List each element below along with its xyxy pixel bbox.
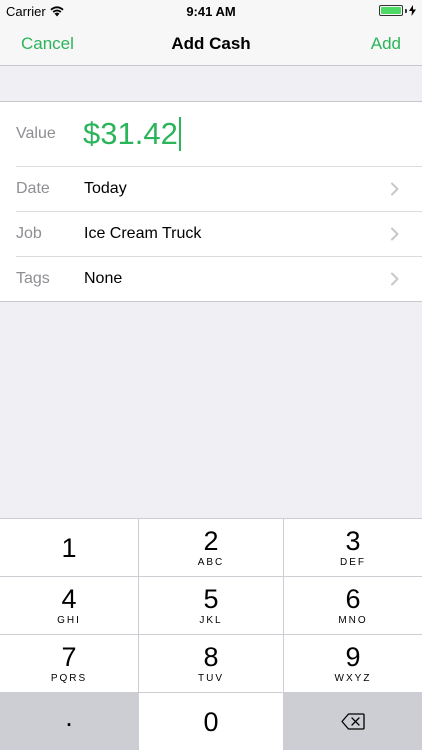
key-5[interactable]: 5 JKL bbox=[139, 577, 283, 634]
value-amount-input[interactable]: $31.42 bbox=[83, 116, 181, 152]
numeric-keypad: 1 2 ABC 3 DEF 4 GHI 5 JKL 6 MNO 7 PQRS 8… bbox=[0, 518, 422, 750]
key-0[interactable]: 0 bbox=[139, 693, 283, 750]
key-letters: JKL bbox=[199, 615, 223, 626]
backspace-icon bbox=[341, 713, 365, 730]
key-letters: GHI bbox=[57, 615, 81, 626]
value-row[interactable]: Value $31.42 bbox=[0, 102, 422, 166]
status-bar: Carrier 9:41 AM bbox=[0, 0, 422, 22]
key-decimal-symbol: . bbox=[65, 701, 73, 732]
tags-value: None bbox=[84, 269, 123, 287]
add-button[interactable]: Add bbox=[371, 34, 401, 54]
battery-icon bbox=[379, 5, 403, 16]
key-6[interactable]: 6 MNO bbox=[284, 577, 422, 634]
value-amount-text: $31.42 bbox=[83, 116, 178, 151]
key-2[interactable]: 2 ABC bbox=[139, 519, 283, 576]
job-label: Job bbox=[16, 224, 42, 242]
key-3[interactable]: 3 DEF bbox=[284, 519, 422, 576]
key-9[interactable]: 9 WXYZ bbox=[284, 635, 422, 692]
key-1[interactable]: 1 bbox=[0, 519, 138, 576]
date-row[interactable]: Date Today bbox=[0, 166, 422, 211]
status-time: 9:41 AM bbox=[186, 4, 236, 19]
key-digit: 6 bbox=[345, 584, 361, 614]
key-digit: 3 bbox=[345, 526, 361, 556]
key-digit: 4 bbox=[61, 584, 77, 614]
key-letters: MNO bbox=[338, 615, 368, 626]
key-decimal[interactable]: . bbox=[0, 693, 138, 750]
chevron-right-icon bbox=[391, 272, 399, 285]
key-letters: DEF bbox=[340, 557, 366, 568]
key-letters: ABC bbox=[197, 557, 225, 568]
page-title: Add Cash bbox=[171, 34, 251, 53]
key-7[interactable]: 7 PQRS bbox=[0, 635, 138, 692]
key-digit: 9 bbox=[345, 642, 361, 672]
battery-indicator bbox=[379, 5, 416, 16]
value-label: Value bbox=[16, 125, 56, 142]
key-letters: TUV bbox=[198, 673, 224, 684]
cash-entry-form: Value $31.42 Date Today Job Ice Cream Tr… bbox=[0, 101, 422, 302]
job-row[interactable]: Job Ice Cream Truck bbox=[0, 211, 422, 256]
key-digit: 5 bbox=[203, 584, 219, 614]
date-label: Date bbox=[16, 179, 50, 197]
key-digit: 0 bbox=[203, 706, 219, 737]
key-digit: 1 bbox=[61, 532, 77, 563]
charging-bolt-icon bbox=[409, 5, 416, 16]
key-8[interactable]: 8 TUV bbox=[139, 635, 283, 692]
date-value: Today bbox=[84, 179, 127, 197]
text-caret bbox=[178, 117, 181, 151]
key-delete[interactable] bbox=[284, 693, 422, 750]
tags-label: Tags bbox=[16, 269, 50, 287]
key-digit: 2 bbox=[203, 526, 219, 556]
key-letters: WXYZ bbox=[334, 673, 372, 684]
navigation-bar: Cancel Add Cash Add bbox=[0, 22, 422, 66]
key-letters: PQRS bbox=[50, 673, 88, 684]
chevron-right-icon bbox=[391, 182, 399, 195]
tags-row[interactable]: Tags None bbox=[0, 256, 422, 301]
key-digit: 7 bbox=[61, 642, 77, 672]
key-4[interactable]: 4 GHI bbox=[0, 577, 138, 634]
job-value: Ice Cream Truck bbox=[84, 224, 202, 242]
chevron-right-icon bbox=[391, 227, 399, 240]
key-digit: 8 bbox=[203, 642, 219, 672]
